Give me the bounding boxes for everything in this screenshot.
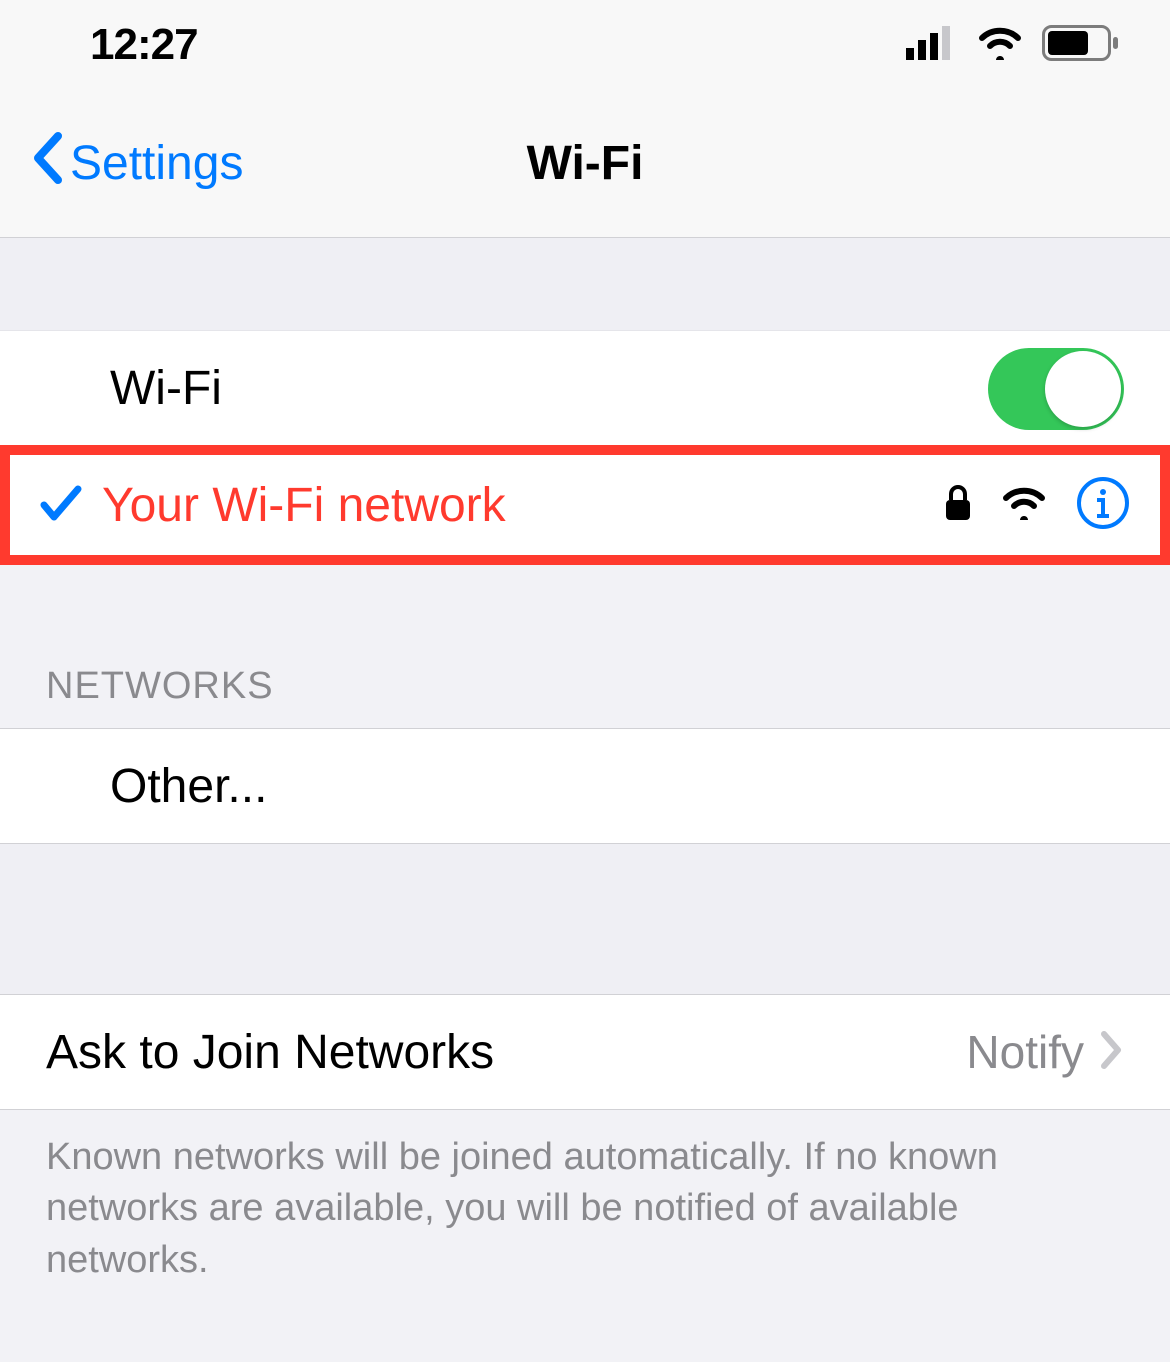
back-button[interactable]: Settings [0, 132, 243, 196]
battery-icon [1042, 25, 1120, 66]
ask-to-join-label: Ask to Join Networks [46, 1025, 494, 1080]
info-icon[interactable] [1076, 476, 1130, 535]
checkmark-icon [40, 483, 82, 528]
wifi-toggle-switch[interactable] [988, 348, 1124, 430]
cellular-signal-icon [906, 26, 958, 65]
wifi-toggle-row: Wi-Fi [0, 330, 1170, 446]
chevron-left-icon [30, 132, 66, 196]
other-network-row[interactable]: Other... [0, 728, 1170, 844]
chevron-right-icon [1098, 1028, 1124, 1077]
wifi-icon [976, 26, 1024, 65]
other-label: Other... [110, 759, 267, 814]
status-time: 12:27 [90, 20, 198, 70]
navigation-bar: Settings Wi-Fi [0, 90, 1170, 238]
networks-header: NETWORKS [0, 565, 1170, 728]
status-bar: 12:27 [0, 0, 1170, 90]
ask-to-join-value: Notify [966, 1025, 1084, 1079]
spacer [0, 844, 1170, 994]
connected-network-name: Your Wi-Fi network [102, 478, 944, 533]
lock-icon [944, 484, 972, 527]
wifi-toggle-label: Wi-Fi [110, 361, 222, 416]
ask-to-join-row[interactable]: Ask to Join Networks Notify [0, 994, 1170, 1110]
wifi-signal-icon [1000, 486, 1048, 525]
toggle-knob [1045, 351, 1121, 427]
back-label: Settings [70, 136, 243, 191]
status-indicators [906, 25, 1120, 66]
spacer [0, 238, 1170, 330]
ask-to-join-footer: Known networks will be joined automatica… [0, 1110, 1170, 1308]
page-title: Wi-Fi [527, 136, 644, 191]
connected-network-row[interactable]: Your Wi-Fi network [0, 445, 1170, 565]
